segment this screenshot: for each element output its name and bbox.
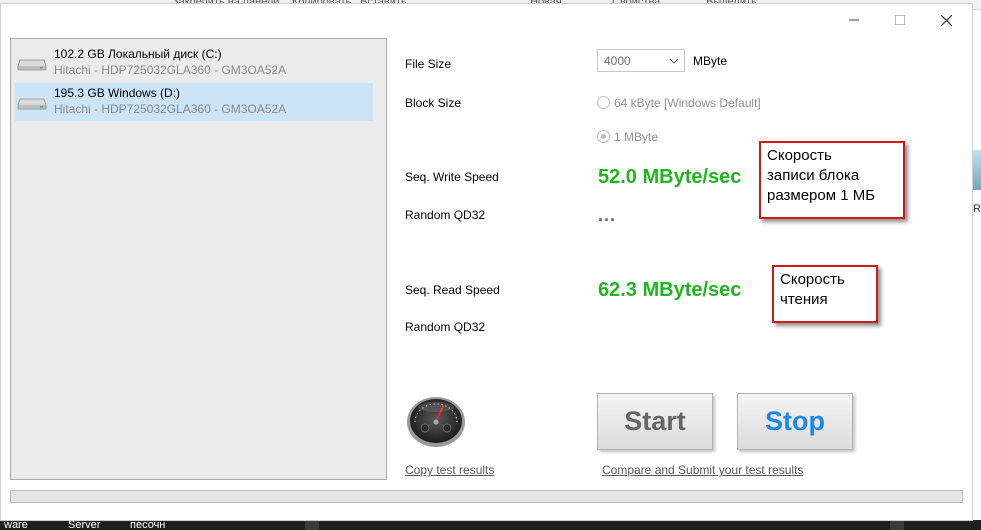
block-size-label: Block Size [405,96,462,110]
maximize-icon [895,15,905,25]
annotation-line: Скорость [767,147,832,164]
file-size-unit: MByte [693,54,728,68]
file-size-label: File Size [405,57,452,71]
hard-drive-icon [17,59,47,71]
start-button[interactable]: Start [597,393,713,450]
random-write-value: ... [598,205,617,225]
close-icon [940,14,952,26]
progress-bar [10,490,963,503]
seq-write-value: 52.0 MByte/sec [598,166,742,188]
block-size-64k-radio[interactable] [597,96,610,109]
maximize-button[interactable] [877,4,923,36]
taskbar-item[interactable]: Server [68,520,100,530]
annotation-line: Скорость [780,271,845,288]
block-size-64k-label[interactable]: 64 kByte [Windows Default] [614,96,761,110]
block-size-1m-radio[interactable] [597,130,610,143]
random-read-label: Random QD32 [405,320,486,334]
seq-read-label: Seq. Read Speed [405,283,500,297]
drive-name: 102.2 GB Локальный диск (C:) [54,47,222,61]
seq-read-value: 62.3 MByte/sec [598,279,742,301]
annotation-line: чтения [780,291,828,308]
drive-model: Hitachi - HDP725032GLA360 - GM3OA52A [54,102,287,116]
drive-list[interactable]: 102.2 GB Локальный диск (C:) Hitachi - H… [10,38,387,480]
file-size-select[interactable]: 4000 [597,49,685,72]
drive-name: 195.3 GB Windows (D:) [54,86,181,100]
random-write-label: Random QD32 [405,208,486,222]
speedometer-icon [407,397,465,447]
taskbar-item[interactable]: ware [4,520,28,530]
taskbar-icon[interactable] [305,520,319,530]
minimize-icon [849,19,859,21]
file-size-value: 4000 [604,54,631,68]
drive-item-c[interactable]: 102.2 GB Локальный диск (C:) Hitachi - H… [15,44,373,82]
minimize-button[interactable] [831,4,877,36]
title-bar [1,4,972,36]
drive-item-d[interactable]: 195.3 GB Windows (D:) Hitachi - HDP72503… [15,83,373,121]
desktop-icon-label: Re [973,203,981,215]
taskbar-icon[interactable] [890,520,904,530]
hard-drive-icon [17,98,47,110]
chevron-down-icon [669,58,679,64]
seq-write-label: Seq. Write Speed [405,170,499,184]
drive-model: Hitachi - HDP725032GLA360 - GM3OA52A [54,63,287,77]
taskbar: ware Server песочн [0,520,981,530]
copy-results-link[interactable]: Copy test results [405,463,494,477]
annotation-line: размером 1 МБ [767,187,876,204]
annotation-read: Скорость чтения [772,265,878,323]
annotation-line: записи блока [767,167,860,184]
close-button[interactable] [923,4,969,36]
block-size-1m-label[interactable]: 1 MByte [614,130,658,144]
annotation-write: Скорость записи блока размером 1 МБ [759,141,905,219]
taskbar-item[interactable]: песочн [130,520,165,530]
compare-submit-link[interactable]: Compare and Submit your test results [602,463,803,477]
stop-button[interactable]: Stop [737,393,853,450]
